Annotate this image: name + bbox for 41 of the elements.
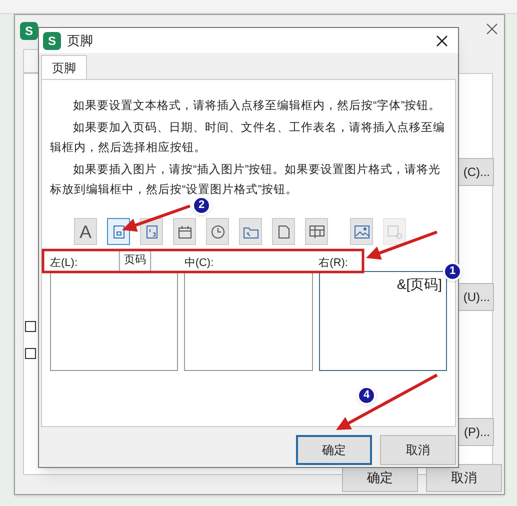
pages-icon: [146, 224, 158, 238]
instruction-text: 如果要设置文本格式，请将插入点移至编辑框内，然后按“字体”按钮。: [72, 98, 442, 114]
text-area[interactable]: &[页码]: [318, 271, 447, 371]
section-label: 左(L):: [50, 256, 78, 271]
clock-icon: [210, 224, 224, 238]
close-icon[interactable]: [436, 34, 448, 46]
section-label: 中(C):: [184, 256, 214, 271]
file-icon: [278, 224, 290, 238]
calendar-icon: [178, 224, 192, 238]
checkbox[interactable]: [25, 321, 36, 332]
insert-button[interactable]: [206, 218, 229, 245]
insert-button[interactable]: [173, 218, 196, 245]
text-area[interactable]: [50, 271, 178, 371]
insert-button[interactable]: A: [74, 218, 97, 245]
text-area[interactable]: [184, 271, 313, 371]
arrow-annotation: [122, 204, 190, 232]
app-logo-icon: S: [24, 25, 33, 37]
instruction-text: 如果要加入页码、日期、时间、文件名、工作表名，请将插入点移至编辑框内，然后选择相应按钮。: [50, 120, 446, 156]
section-label: 右(R):: [318, 256, 348, 271]
dialog-button[interactable]: 确定: [296, 435, 372, 465]
insert-button[interactable]: [140, 218, 163, 245]
insert-button[interactable]: [350, 218, 373, 245]
app-logo-icon: S: [48, 34, 56, 46]
insert-button[interactable]: [305, 218, 328, 245]
insert-button[interactable]: [239, 218, 262, 245]
font-icon: A: [79, 222, 92, 240]
dialog-button[interactable]: 取消: [380, 435, 456, 465]
window-title: 页脚: [67, 32, 94, 50]
grid-icon: [308, 224, 324, 238]
close-icon: [486, 23, 498, 35]
insert-button[interactable]: [107, 218, 130, 245]
tab[interactable]: 页脚: [41, 55, 87, 79]
checkbox[interactable]: [25, 348, 36, 359]
image-icon: [354, 224, 370, 238]
insert-button[interactable]: [272, 218, 295, 245]
folder-icon: [242, 224, 258, 238]
instruction-text: 如果要插入图片，请按“插入图片”按钮。如果要设置图片格式，请将光标放到编辑框中，然后按“设置图片格式”按钮。: [50, 162, 442, 198]
page-icon: [112, 224, 124, 238]
dialog-button[interactable]: 取消: [426, 464, 502, 492]
arrow-annotation: [366, 230, 438, 260]
image-edit-icon: [386, 224, 402, 238]
